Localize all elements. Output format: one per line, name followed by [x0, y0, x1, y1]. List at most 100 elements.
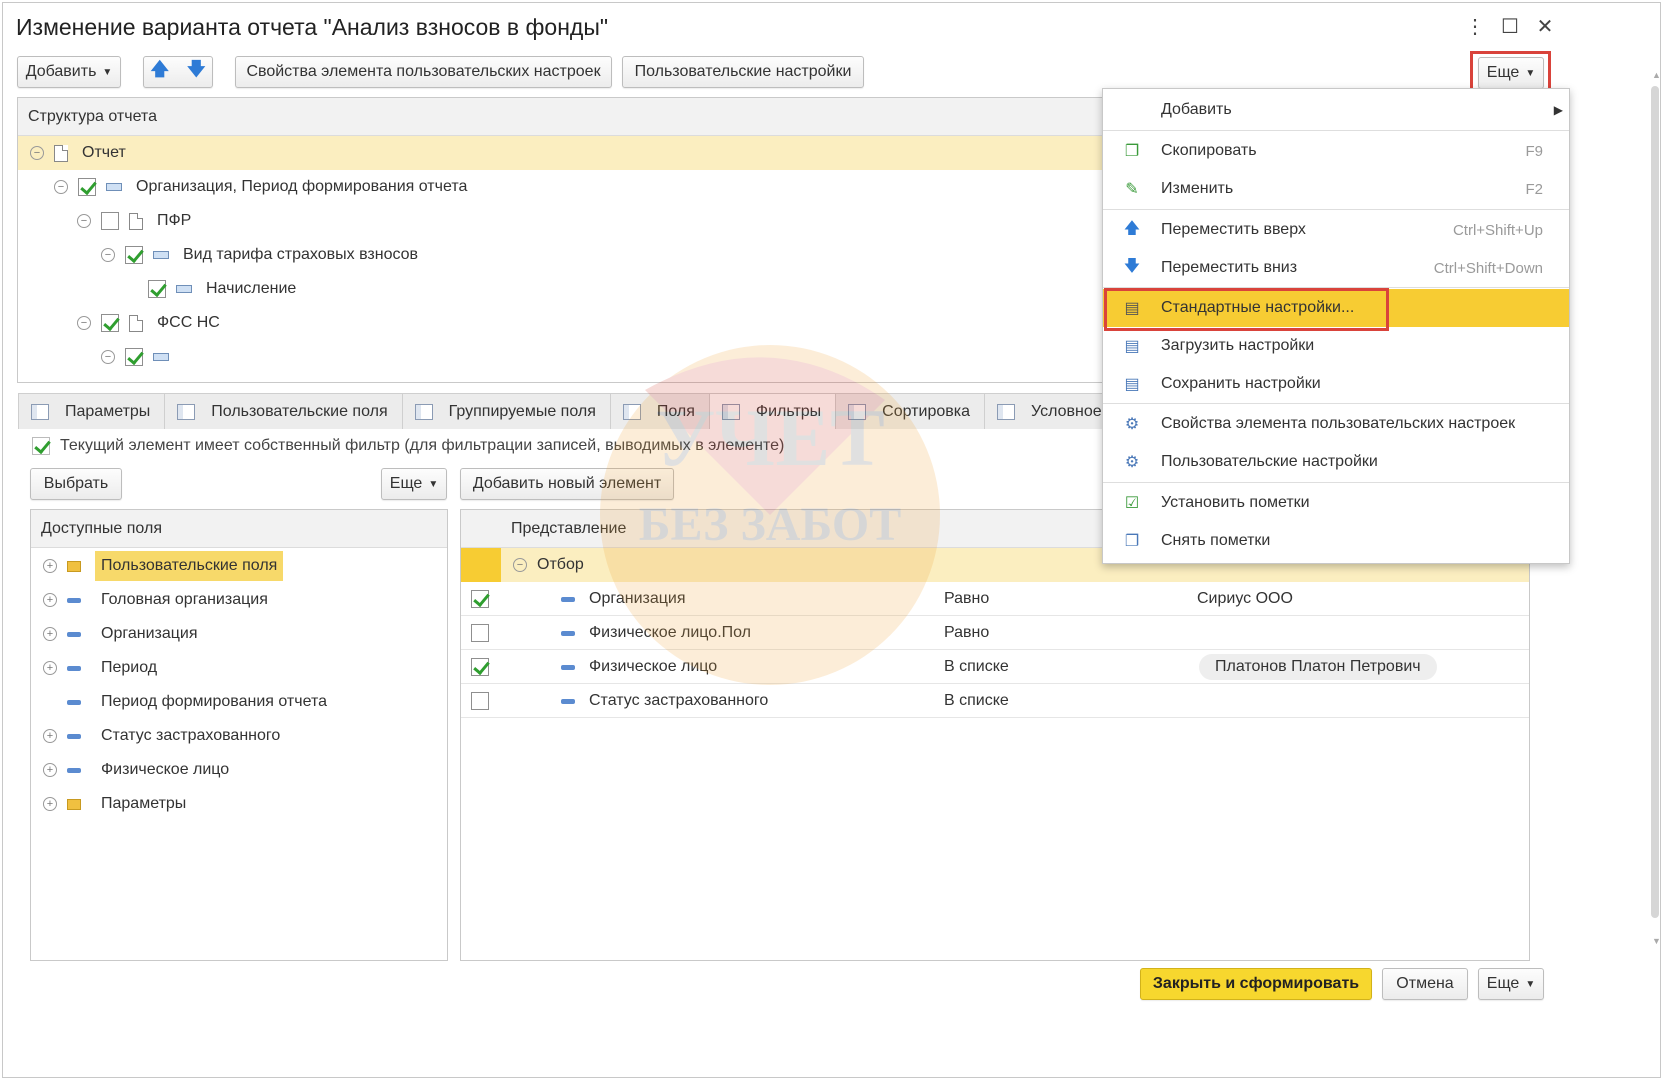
structure-row[interactable]: − ФСС НС: [77, 305, 220, 341]
filter-row-checkbox[interactable]: [471, 658, 489, 676]
menu-item-shortcut: Ctrl+Shift+Down: [1433, 259, 1543, 277]
arrow-up-icon[interactable]: 🡅: [150, 57, 169, 87]
user-settings-button[interactable]: Пользовательские настройки: [622, 56, 864, 88]
available-field-item[interactable]: + Статус застрахованного: [43, 718, 280, 754]
expand-icon[interactable]: +: [43, 729, 57, 743]
expand-icon[interactable]: +: [43, 797, 57, 811]
scroll-up-icon[interactable]: ▲: [1652, 70, 1661, 80]
filter-value[interactable]: Платонов Платон Петрович: [1199, 654, 1437, 680]
tab-label: Пользовательские поля: [211, 402, 388, 420]
collapse-icon[interactable]: −: [101, 350, 115, 364]
menu-item[interactable]: ☑ Установить пометки: [1103, 484, 1569, 522]
structure-checkbox[interactable]: [148, 280, 166, 298]
filter-row[interactable]: Организация Равно Сириус ООО: [461, 582, 1529, 616]
scrollbar-thumb[interactable]: [1651, 86, 1659, 918]
tab-sorting[interactable]: Сортировка: [835, 393, 985, 429]
grouping-icon: [106, 183, 122, 191]
structure-row[interactable]: − Вид тарифа страховых взносов: [101, 237, 418, 273]
menu-item[interactable]: ❐ Снять пометки: [1103, 522, 1569, 560]
menu-item[interactable]: 🡇 Переместить вниз Ctrl+Shift+Down: [1103, 249, 1569, 287]
close-and-run-button[interactable]: Закрыть и сформировать: [1140, 968, 1372, 1000]
menu-item[interactable]: ▤ Загрузить настройки: [1103, 327, 1569, 365]
filter-row-checkbox[interactable]: [471, 624, 489, 642]
available-field-item[interactable]: + Период: [43, 650, 157, 686]
uncheck-all-icon: ❐: [1124, 533, 1140, 550]
available-field-item[interactable]: Период формирования отчета: [43, 684, 327, 720]
tab-parameters[interactable]: Параметры: [18, 393, 166, 429]
add-new-element-button[interactable]: Добавить новый элемент: [460, 468, 674, 500]
menu-item[interactable]: ❐ Скопировать F9: [1103, 132, 1569, 170]
structure-checkbox[interactable]: [125, 246, 143, 264]
chevron-down-icon: ▼: [1525, 978, 1536, 990]
fields-more-button[interactable]: Еще ▼: [381, 468, 447, 500]
filter-row[interactable]: Физическое лицо.Пол Равно: [461, 616, 1529, 650]
filter-condition[interactable]: В списке: [944, 658, 1009, 676]
structure-row[interactable]: −: [101, 339, 183, 375]
collapse-icon[interactable]: −: [54, 180, 68, 194]
collapse-icon[interactable]: −: [30, 146, 44, 160]
filter-row-checkbox[interactable]: [471, 590, 489, 608]
menu-item[interactable]: 🡅 Переместить вверх Ctrl+Shift+Up: [1103, 211, 1569, 249]
menu-item[interactable]: ▤ Сохранить настройки: [1103, 365, 1569, 403]
structure-row[interactable]: − Отчет: [30, 135, 126, 171]
available-field-label: Пользовательские поля: [95, 551, 284, 581]
collapse-icon[interactable]: −: [513, 558, 527, 572]
maximize-icon[interactable]: ☐: [1497, 14, 1523, 39]
expand-icon[interactable]: +: [43, 593, 57, 607]
element-properties-button[interactable]: Свойства элемента пользовательских настр…: [235, 56, 612, 88]
filter-condition[interactable]: В списке: [944, 692, 1009, 710]
available-field-item[interactable]: + Головная организация: [43, 582, 268, 618]
structure-checkbox[interactable]: [101, 212, 119, 230]
menu-item-label: Установить пометки: [1161, 494, 1310, 511]
collapse-icon[interactable]: −: [101, 248, 115, 262]
menu-separator: [1103, 482, 1569, 483]
tab-filters[interactable]: Фильтры: [708, 393, 837, 429]
available-field-item[interactable]: + Параметры: [43, 786, 186, 822]
more-vertical-icon[interactable]: ⋮: [1462, 14, 1488, 39]
menu-item[interactable]: ⚙ Пользовательские настройки: [1103, 443, 1569, 481]
structure-checkbox[interactable]: [125, 348, 143, 366]
expand-icon[interactable]: +: [43, 763, 57, 777]
structure-row[interactable]: − ПФР: [77, 203, 191, 239]
collapse-icon[interactable]: −: [77, 316, 91, 330]
window-scrollbar[interactable]: ▲ ▼: [1650, 70, 1661, 950]
menu-item[interactable]: Добавить ▶: [1103, 91, 1569, 129]
user-settings-icon: ⚙: [1124, 454, 1140, 471]
document-icon: [129, 212, 143, 230]
tab-grouping-fields[interactable]: Группируемые поля: [401, 393, 611, 429]
cancel-button[interactable]: Отмена: [1382, 968, 1468, 1000]
available-field-item[interactable]: + Физическое лицо: [43, 752, 229, 788]
arrow-down-icon[interactable]: 🡇: [187, 57, 206, 87]
filter-value[interactable]: Сириус ООО: [1197, 590, 1293, 608]
filter-row[interactable]: Физическое лицо В списке Платонов Платон П…: [461, 650, 1529, 684]
add-button[interactable]: Добавить ▼: [17, 56, 121, 88]
tab-user-fields[interactable]: Пользовательские поля: [164, 393, 403, 429]
expand-icon[interactable]: +: [43, 661, 57, 675]
expand-icon[interactable]: +: [43, 559, 57, 573]
menu-item[interactable]: ✎ Изменить F2: [1103, 170, 1569, 208]
own-filter-option[interactable]: Текущий элемент имеет собственный фильтр…: [32, 437, 784, 455]
select-button[interactable]: Выбрать: [30, 468, 122, 500]
available-field-item[interactable]: + Пользовательские поля: [43, 548, 284, 584]
filter-group-row[interactable]: − Отбор: [513, 547, 584, 583]
structure-row[interactable]: − Организация, Период формирования отчет…: [54, 169, 467, 205]
scroll-down-icon[interactable]: ▼: [1652, 936, 1661, 946]
menu-item[interactable]: ⚙ Свойства элемента пользовательских наст…: [1103, 405, 1569, 443]
filter-condition[interactable]: Равно: [944, 590, 989, 608]
tab-fields[interactable]: Поля: [609, 393, 710, 429]
structure-row[interactable]: Начисление: [148, 271, 296, 307]
own-filter-checkbox[interactable]: [32, 437, 50, 455]
expand-icon[interactable]: +: [43, 627, 57, 641]
available-field-label: Период: [101, 659, 158, 676]
filter-row[interactable]: Статус застрахованного В списке: [461, 684, 1529, 718]
structure-checkbox[interactable]: [101, 314, 119, 332]
available-field-label: Физическое лицо: [101, 761, 230, 778]
save-settings-icon: ▤: [1124, 376, 1140, 393]
collapse-icon[interactable]: −: [77, 214, 91, 228]
filter-condition[interactable]: Равно: [944, 624, 989, 642]
structure-checkbox[interactable]: [78, 178, 96, 196]
available-field-item[interactable]: + Организация: [43, 616, 198, 652]
close-icon[interactable]: ✕: [1532, 14, 1558, 39]
footer-more-button[interactable]: Еще ▼: [1478, 968, 1544, 1000]
filter-row-checkbox[interactable]: [471, 692, 489, 710]
